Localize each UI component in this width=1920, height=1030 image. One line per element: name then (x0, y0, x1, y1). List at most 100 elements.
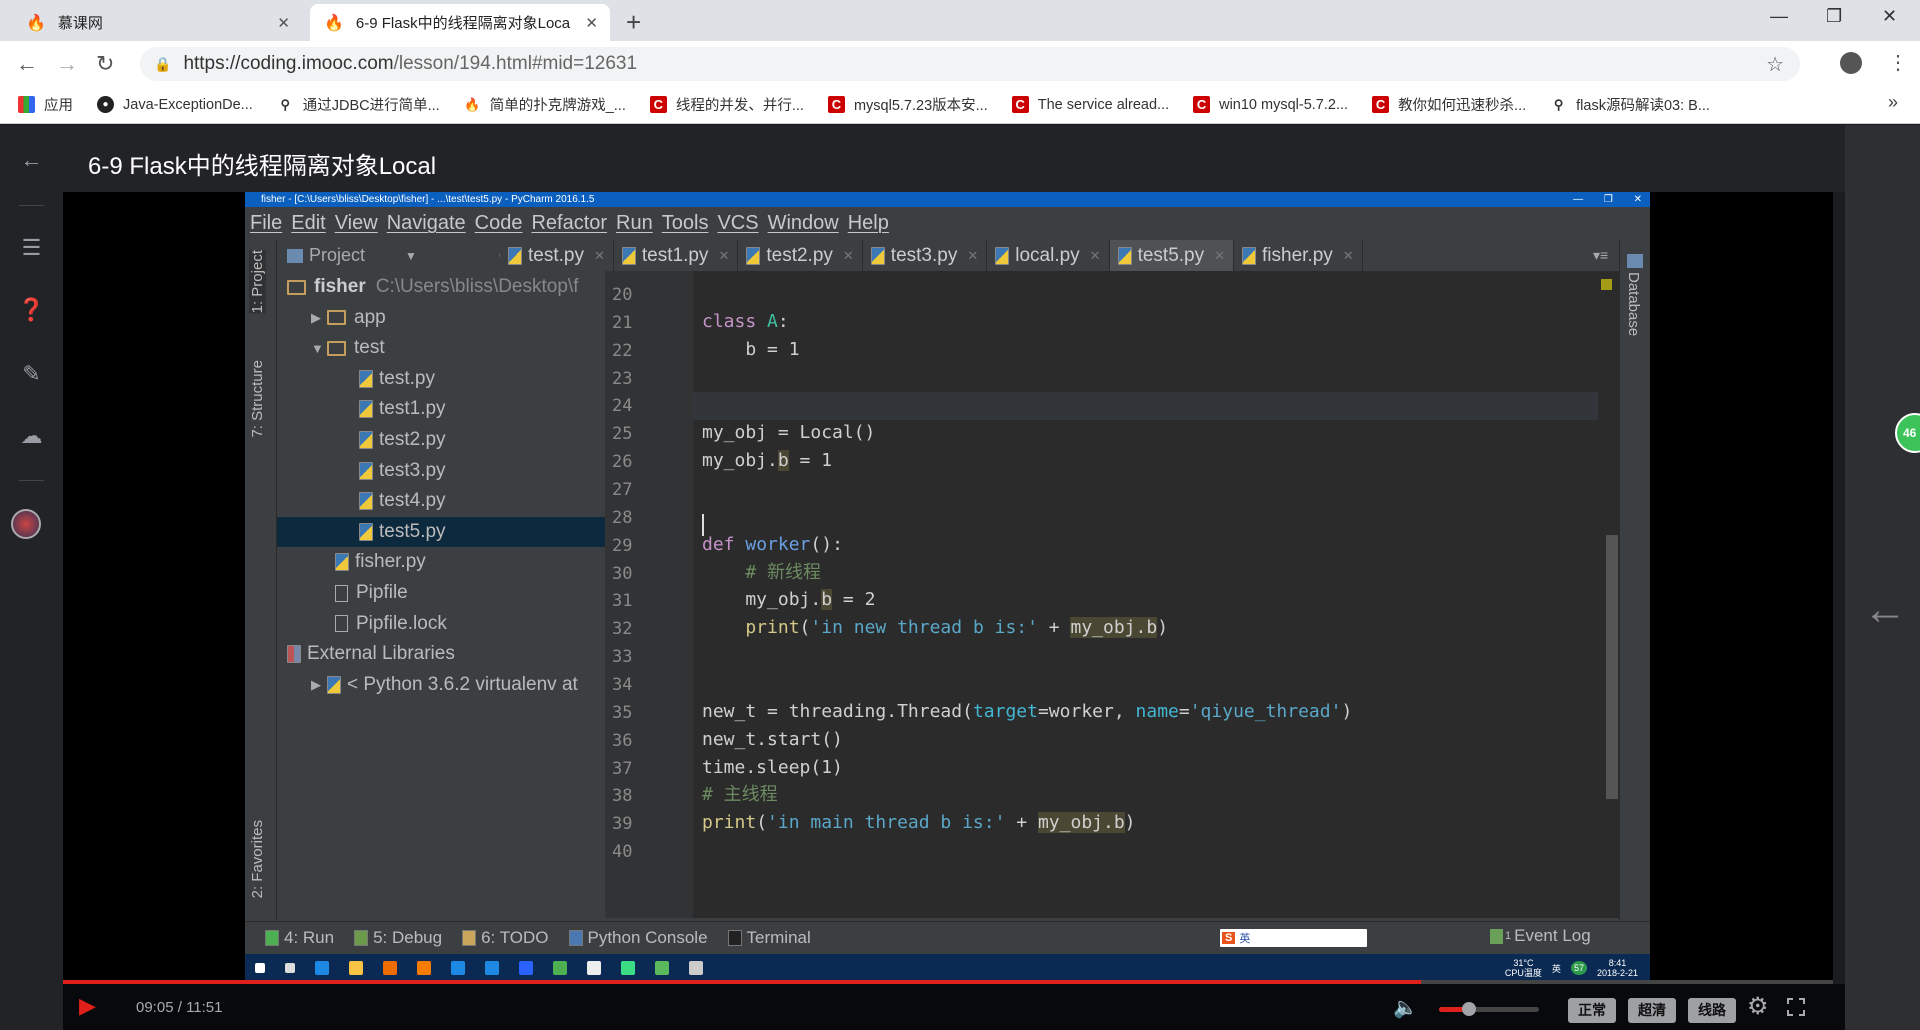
bookmark[interactable]: ⚲ 通过JDBC进行简单... (277, 94, 440, 115)
menu-vcs[interactable]: VCS (717, 212, 758, 235)
menu-help[interactable]: Help (848, 212, 889, 235)
close-tab-icon[interactable]: ✕ (1343, 248, 1354, 264)
editor-tab[interactable]: test.py ✕ (500, 240, 614, 271)
bookmark[interactable]: C 线程的并发、并行... (649, 94, 804, 115)
forward-button[interactable]: → (56, 51, 78, 77)
maximize-button[interactable]: ❐ (1826, 6, 1842, 27)
close-window-button[interactable]: ✕ (1882, 6, 1897, 27)
tree-item[interactable]: fisher C:\Users\bliss\Desktop\f (277, 272, 605, 302)
cloud-icon[interactable]: ☁ (0, 423, 63, 449)
bookmark[interactable]: ● Java-ExceptionDe... (97, 96, 253, 113)
tree-item[interactable]: test3.py (277, 456, 605, 486)
back-button[interactable]: ← (16, 51, 38, 77)
collapsed-arrow-icon[interactable]: ▶ (311, 677, 327, 693)
tool-tab-favorites[interactable]: 2: Favorites (249, 820, 266, 898)
taskbar-app-icon[interactable] (285, 963, 295, 973)
quality-button[interactable]: 超清 (1628, 998, 1676, 1023)
taskbar-app-icon[interactable] (255, 963, 265, 973)
taskbar-app-icon[interactable] (383, 961, 397, 975)
taskbar-app-icon[interactable] (689, 961, 703, 975)
menu-dots-icon[interactable]: ⋮ (1888, 50, 1908, 75)
browser-tab[interactable]: 🔥 慕课网 ✕ (12, 4, 302, 41)
tool-tab-structure[interactable]: 7: Structure (249, 360, 266, 438)
taskbar-app-icon[interactable] (587, 961, 601, 975)
taskbar-app-icon[interactable] (621, 961, 635, 975)
menu-tools[interactable]: Tools (662, 212, 709, 235)
bookmark[interactable]: ⚲ flask源码解读03: B... (1550, 94, 1710, 115)
volume-icon[interactable]: 🔈 (1393, 995, 1418, 1020)
tab-list-icon[interactable]: ▾≡ (1593, 247, 1608, 264)
taskbar-app-icon[interactable] (553, 961, 567, 975)
tool-python-console[interactable]: Python Console (568, 928, 708, 948)
volume-knob[interactable] (1462, 1002, 1476, 1016)
taskbar-app-icon[interactable] (655, 961, 669, 975)
pencil-icon[interactable]: ✎ (0, 361, 63, 387)
close-tab-icon[interactable]: ✕ (1090, 248, 1101, 264)
speed-button[interactable]: 正常 (1568, 998, 1616, 1023)
avatar[interactable] (11, 509, 41, 539)
close-tab-icon[interactable]: ✕ (594, 248, 605, 264)
close-tab-icon[interactable]: ✕ (585, 14, 598, 32)
star-icon[interactable]: ☆ (1766, 52, 1784, 77)
close-tab-icon[interactable]: ✕ (277, 14, 290, 32)
bookmark[interactable]: C The service alread... (1011, 96, 1169, 113)
menu-file[interactable]: File (250, 212, 282, 235)
menu-run[interactable]: Run (616, 212, 653, 235)
tree-item[interactable]: test4.py (277, 486, 605, 516)
volume-slider[interactable] (1439, 1002, 1539, 1016)
menu-refactor[interactable]: Refactor (531, 212, 607, 235)
editor-tab[interactable]: test1.py ✕ (614, 240, 739, 271)
editor-tab[interactable]: test3.py ✕ (863, 240, 988, 271)
bookmark[interactable]: C 教你如何迅速秒杀... (1372, 94, 1526, 115)
tree-item[interactable]: fisher.py (277, 547, 605, 577)
taskbar-app-icon[interactable] (315, 961, 329, 975)
bookmark[interactable]: 🔥 简单的扑克牌游戏_... (464, 94, 626, 115)
taskbar-app-icon[interactable] (519, 961, 533, 975)
help-icon[interactable]: ❓ (0, 297, 63, 323)
tree-item[interactable]: ▶ app (277, 303, 605, 333)
tree-item[interactable]: ▼ test (277, 333, 605, 363)
tray-ime[interactable]: 英 (1552, 962, 1561, 975)
reload-button[interactable]: ↻ (96, 51, 114, 77)
settings-gear-icon[interactable]: ⚙ (1747, 992, 1769, 1021)
close-tab-icon[interactable]: ✕ (843, 248, 854, 264)
tool-tab-database[interactable]: Database (1625, 272, 1642, 336)
tray-badge[interactable]: 57 (1570, 961, 1587, 975)
tree-item[interactable]: test5.py (277, 516, 605, 547)
more-bookmarks-icon[interactable]: » (1888, 92, 1898, 113)
taskbar-app-icon[interactable] (417, 961, 431, 975)
menu-window[interactable]: Window (768, 212, 839, 235)
taskbar-app-icon[interactable] (485, 961, 499, 975)
count-badge[interactable]: 46 (1895, 413, 1920, 453)
new-tab-button[interactable]: + (626, 7, 641, 38)
menu-edit[interactable]: Edit (291, 212, 325, 235)
minimize-button[interactable]: — (1770, 6, 1788, 27)
back-arrow-icon[interactable]: ← (0, 147, 63, 173)
tree-item[interactable]: Pipfile (277, 578, 605, 608)
play-icon[interactable]: ▶ (79, 993, 96, 1019)
profile-icon[interactable] (1840, 52, 1862, 74)
bookmark[interactable]: 应用 (18, 94, 73, 115)
tree-item[interactable]: ▶ < Python 3.6.2 virtualenv at (277, 670, 605, 700)
tree-item[interactable]: test.py (277, 364, 605, 394)
route-button[interactable]: 线路 (1688, 998, 1736, 1023)
collapse-arrow-icon[interactable]: ← (1863, 585, 1907, 635)
tool-todo[interactable]: 6: TODO (462, 928, 549, 948)
editor-tab[interactable]: fisher.py ✕ (1234, 240, 1363, 271)
tool-tab-project[interactable]: 1: Project (249, 250, 266, 314)
menu-icon[interactable]: ☰ (0, 235, 63, 261)
bookmark[interactable]: Cmysql5.7.23版本安... (827, 94, 988, 115)
ime-toolbar[interactable]: S 英 (1220, 929, 1367, 947)
editor-tab[interactable]: test2.py ✕ (738, 240, 863, 271)
fullscreen-icon[interactable] (1787, 998, 1805, 1016)
address-bar[interactable]: 🔒 https://coding.imooc.com/lesson/194.ht… (140, 47, 1800, 81)
tool-run[interactable]: 4: Run (265, 928, 334, 948)
tree-item[interactable]: External Libraries (277, 639, 605, 669)
taskbar-app-icon[interactable] (349, 961, 363, 975)
tree-item[interactable]: test2.py (277, 425, 605, 455)
bookmark[interactable]: Cwin10 mysql-5.7.2... (1193, 96, 1348, 113)
close-tab-icon[interactable]: ✕ (1214, 248, 1225, 264)
close-tab-icon[interactable]: ✕ (718, 248, 729, 264)
expanded-arrow-icon[interactable]: ▼ (311, 341, 327, 356)
code-editor[interactable]: class A: b = 1 my_obj = Local() my_obj.b =… (693, 271, 1598, 918)
